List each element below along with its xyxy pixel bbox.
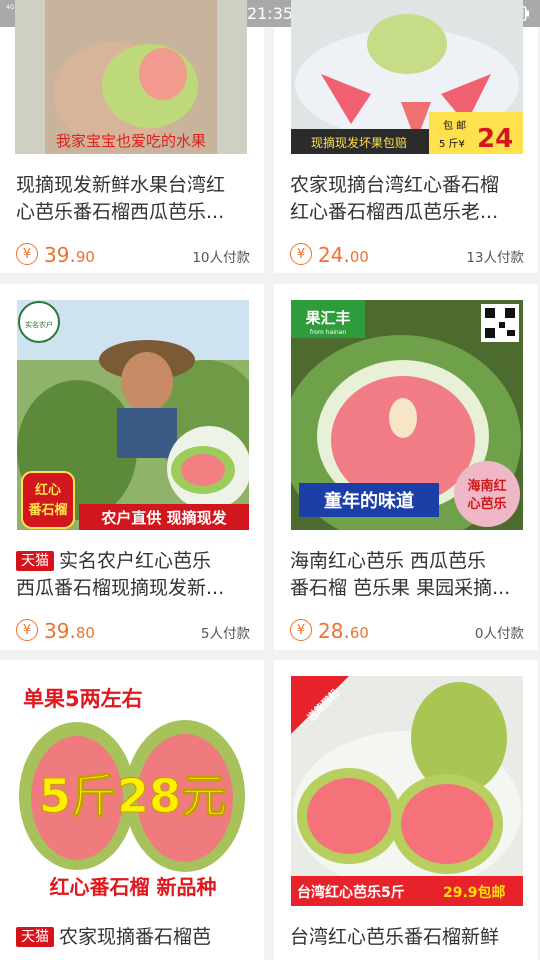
product-card[interactable]: 现摘现发坏果包赔 包 邮 5 斤¥ 24 农家现摘台湾红心番石榴 红心番石榴西瓜… xyxy=(274,0,538,273)
image-tag: 心芭乐 xyxy=(467,496,506,512)
product-image[interactable]: 送熊猫粉 台湾红心芭乐5斤 29.9包邮 xyxy=(291,676,523,906)
yen-icon: ¥ xyxy=(290,243,312,265)
image-badge-price: 24 xyxy=(477,124,513,154)
product-grid: 我家宝宝也爱吃的水果 现摘现发新鲜水果台湾红 心芭乐番石榴西瓜芭乐... ¥ 3… xyxy=(0,0,540,960)
image-badge: 包 邮 xyxy=(443,119,466,132)
sales-count: 0人付款 xyxy=(474,626,524,642)
product-card[interactable]: 单果5两左右 5斤28元 红心番石榴 新品种 天猫 农家现摘番石榴芭 xyxy=(0,660,264,960)
title-line: 农家现摘番石榴芭 xyxy=(59,926,212,948)
product-title[interactable]: 台湾红心芭乐番石榴新鲜 xyxy=(290,924,528,951)
title-line: 农家现摘台湾红心番石榴 xyxy=(290,174,500,196)
product-price: 24.00 xyxy=(318,243,369,267)
yen-icon: ¥ xyxy=(16,243,38,265)
product-title[interactable]: 海南红心芭乐 西瓜芭乐 番石榴 芭乐果 果园采摘... xyxy=(290,548,528,602)
yen-icon: ¥ xyxy=(290,619,312,641)
title-line: 现摘现发新鲜水果台湾红 xyxy=(16,174,226,196)
title-line: 台湾红心芭乐番石榴新鲜 xyxy=(290,926,500,948)
product-image[interactable]: 我家宝宝也爱吃的水果 xyxy=(15,0,247,154)
product-card[interactable]: 我家宝宝也爱吃的水果 现摘现发新鲜水果台湾红 心芭乐番石榴西瓜芭乐... ¥ 3… xyxy=(0,0,264,273)
image-tag: 海南红 xyxy=(467,478,506,494)
image-caption: 单果5两左右 xyxy=(23,687,143,711)
product-image[interactable]: 果汇丰 from hainan 童年的味道 海南红 心芭乐 xyxy=(291,300,523,530)
product-title[interactable]: 天猫 农家现摘番石榴芭 xyxy=(16,924,254,951)
sales-count: 5人付款 xyxy=(200,626,250,642)
product-card[interactable]: 果汇丰 from hainan 童年的味道 海南红 心芭乐 海南红心芭乐 西瓜芭… xyxy=(274,284,538,650)
image-caption: 29.9包邮 xyxy=(443,884,506,901)
sales-count: 13人付款 xyxy=(466,250,524,266)
image-caption: 红心番石榴 新品种 xyxy=(50,875,217,899)
product-price: 39.80 xyxy=(44,619,95,643)
title-line: 西瓜番石榴现摘现发新... xyxy=(16,577,225,599)
title-line: 番石榴 芭乐果 果园采摘... xyxy=(290,577,511,599)
image-caption: 我家宝宝也爱吃的水果 xyxy=(56,132,206,150)
title-line: 实名农户红心芭乐 xyxy=(59,550,212,572)
image-logo: 实名农户 xyxy=(25,320,53,329)
product-image[interactable]: 单果5两左右 5斤28元 红心番石榴 新品种 xyxy=(17,676,249,906)
title-line: 心芭乐番石榴西瓜芭乐... xyxy=(16,201,225,223)
title-line: 红心番石榴西瓜芭乐老... xyxy=(290,201,499,223)
image-brand: 果汇丰 xyxy=(304,309,350,327)
product-image[interactable]: 实名农户 红心 番石榴 农户直供 现摘现发 xyxy=(17,300,249,530)
sales-count: 10人付款 xyxy=(192,250,250,266)
product-card[interactable]: 实名农户 红心 番石榴 农户直供 现摘现发 天猫 实名农户红心芭乐 西瓜番石榴现摘… xyxy=(0,284,264,650)
price-row: ¥ 24.00 13人付款 xyxy=(290,242,524,268)
tmall-badge: 天猫 xyxy=(16,927,54,947)
image-caption: 农户直供 现摘现发 xyxy=(100,509,227,527)
product-card[interactable]: 送熊猫粉 台湾红心芭乐5斤 29.9包邮 台湾红心芭乐番石榴新鲜 xyxy=(274,660,538,960)
image-tag: 番石榴 xyxy=(27,502,67,518)
product-image[interactable]: 现摘现发坏果包赔 包 邮 5 斤¥ 24 xyxy=(291,0,523,154)
image-caption: 童年的味道 xyxy=(324,490,414,512)
product-title[interactable]: 农家现摘台湾红心番石榴 红心番石榴西瓜芭乐老... xyxy=(290,172,528,226)
image-caption: 台湾红心芭乐5斤 xyxy=(297,884,405,901)
product-price: 39.90 xyxy=(44,243,95,267)
price-row: ¥ 39.90 10人付款 xyxy=(16,242,250,268)
tmall-badge: 天猫 xyxy=(16,551,54,571)
image-badge: 5 斤¥ xyxy=(439,138,465,150)
title-line: 海南红心芭乐 西瓜芭乐 xyxy=(290,550,487,572)
yen-icon: ¥ xyxy=(16,619,38,641)
price-row: ¥ 39.80 5人付款 xyxy=(16,618,250,644)
image-price: 5斤28元 xyxy=(39,769,227,823)
product-title[interactable]: 天猫 实名农户红心芭乐 西瓜番石榴现摘现发新... xyxy=(16,548,254,602)
image-caption: 现摘现发坏果包赔 xyxy=(311,135,407,150)
product-title[interactable]: 现摘现发新鲜水果台湾红 心芭乐番石榴西瓜芭乐... xyxy=(16,172,254,226)
image-brand-sub: from hainan xyxy=(310,329,346,336)
price-row: ¥ 28.60 0人付款 xyxy=(290,618,524,644)
product-price: 28.60 xyxy=(318,619,369,643)
image-tag: 红心 xyxy=(35,482,61,498)
